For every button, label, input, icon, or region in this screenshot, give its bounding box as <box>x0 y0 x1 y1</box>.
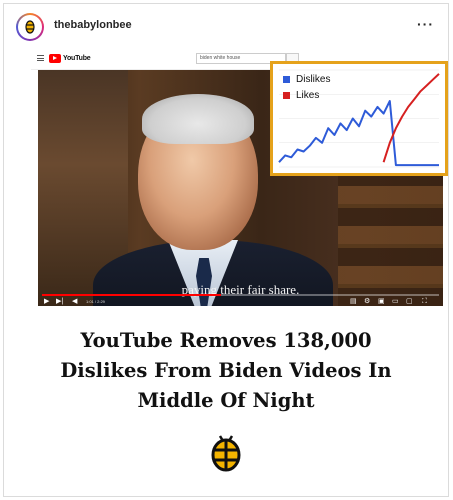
more-horizontal-icon[interactable]: ··· <box>417 16 434 32</box>
video-timecode: 1:01 / 2:29 <box>86 299 105 304</box>
cast-icon[interactable]: ▢ <box>406 298 413 305</box>
avatar-bee-icon <box>18 15 42 39</box>
legend-swatch-likes <box>283 92 290 99</box>
subtitles-icon[interactable]: ▤ <box>350 298 357 305</box>
headline-line-2: Dislikes From Biden Videos In <box>60 359 392 382</box>
youtube-logo[interactable]: YouTube <box>49 54 91 63</box>
youtube-logo-text: YouTube <box>63 55 91 62</box>
legend-item-dislikes: Dislikes <box>283 74 330 85</box>
legend-item-likes: Likes <box>283 90 319 101</box>
settings-gear-icon[interactable]: ⚙ <box>364 298 370 305</box>
bee-logo-icon <box>211 435 241 472</box>
legend-swatch-dislikes <box>283 76 290 83</box>
headline-line-1: YouTube Removes 138,000 <box>80 329 372 352</box>
miniplayer-icon[interactable]: ▣ <box>378 298 385 305</box>
article-headline[interactable]: YouTube Removes 138,000 Dislikes From Bi… <box>4 326 448 416</box>
legend-label-dislikes: Dislikes <box>296 74 331 85</box>
post-header: thebabylonbee ··· <box>4 4 448 48</box>
instagram-post: thebabylonbee ··· YouTube biden white ho… <box>3 3 449 497</box>
video-controls: ▶ ▶| ◀ 1:01 / 2:29 ▤ ⚙ ▣ ▭ ▢ ⛶ <box>38 294 443 306</box>
hamburger-menu-icon[interactable] <box>37 55 44 61</box>
youtube-play-icon <box>49 54 61 63</box>
video-progress-bar[interactable] <box>42 294 439 296</box>
avatar[interactable] <box>16 13 44 41</box>
person-hair <box>142 94 254 144</box>
video-progress-fill <box>42 294 221 296</box>
likes-dislikes-chart: Dislikes Likes <box>270 61 448 176</box>
series-line-dislikes <box>278 100 439 167</box>
next-icon[interactable]: ▶| <box>56 298 63 305</box>
post-username[interactable]: thebabylonbee <box>54 19 132 31</box>
babylon-bee-logo <box>209 434 243 479</box>
headline-line-3: Middle Of Night <box>137 389 315 412</box>
legend-label-likes: Likes <box>296 90 320 101</box>
play-icon[interactable]: ▶ <box>44 298 49 305</box>
fullscreen-icon[interactable]: ⛶ <box>422 298 427 305</box>
volume-icon[interactable]: ◀ <box>72 298 77 305</box>
theater-mode-icon[interactable]: ▭ <box>392 298 399 305</box>
